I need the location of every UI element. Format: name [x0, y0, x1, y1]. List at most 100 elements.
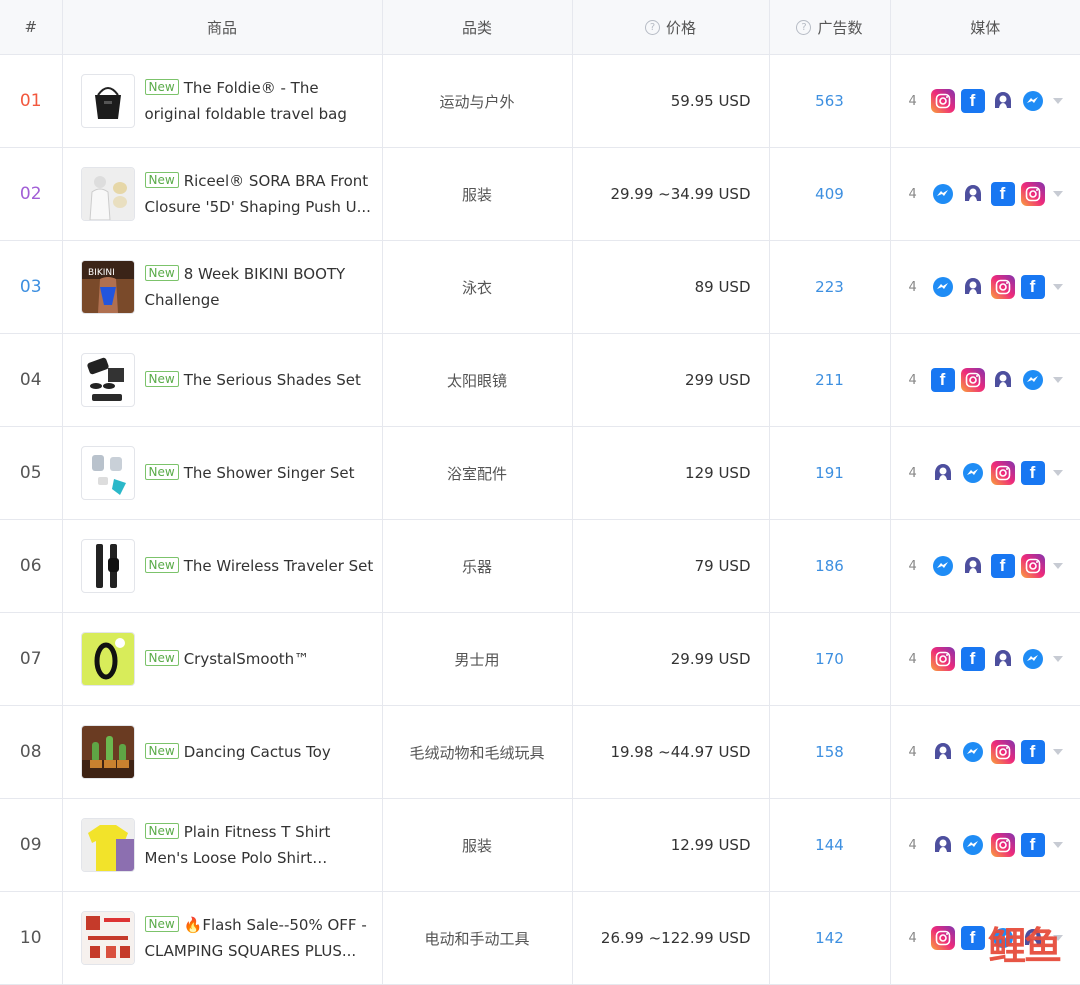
chevron-down-icon[interactable] [1052, 377, 1063, 383]
messenger-icon[interactable] [931, 275, 955, 299]
product-thumbnail[interactable] [80, 74, 135, 128]
facebook-icon[interactable]: f [960, 647, 985, 671]
chevron-down-icon[interactable] [1052, 656, 1063, 662]
product-cell[interactable]: New 🔥Flash Sale--50% OFF - CLAMPING SQUAR… [62, 891, 383, 985]
messenger-icon[interactable] [931, 182, 955, 206]
header-ads[interactable]: ? 广告数 [769, 0, 891, 55]
audience-network-icon[interactable] [931, 833, 955, 857]
facebook-icon[interactable]: f [990, 182, 1015, 206]
product-thumbnail[interactable] [80, 632, 135, 686]
messenger-icon[interactable] [961, 740, 985, 764]
ads-cell[interactable]: 223 [769, 240, 891, 334]
messenger-icon[interactable] [1021, 647, 1045, 671]
header-price[interactable]: ? 价格 [572, 0, 770, 55]
facebook-icon[interactable]: f [930, 368, 955, 392]
chevron-down-icon[interactable] [1052, 98, 1063, 104]
product-cell[interactable]: New The Serious Shades Set [62, 333, 383, 427]
instagram-icon[interactable] [930, 926, 955, 950]
product-title[interactable]: The Serious Shades Set [184, 371, 361, 389]
audience-network-icon[interactable] [961, 554, 985, 578]
product-cell[interactable]: New Dancing Cactus Toy [62, 705, 383, 799]
facebook-icon[interactable]: f [1020, 275, 1045, 299]
instagram-icon[interactable] [990, 833, 1015, 857]
facebook-icon[interactable]: f [1020, 833, 1045, 857]
facebook-icon[interactable]: f [990, 554, 1015, 578]
messenger-icon[interactable] [961, 461, 985, 485]
ads-count-link[interactable]: 223 [815, 278, 844, 296]
ads-cell[interactable]: 142 [769, 891, 891, 985]
ads-cell[interactable]: 144 [769, 798, 891, 892]
facebook-icon[interactable]: f [960, 926, 985, 950]
audience-network-icon[interactable] [931, 461, 955, 485]
ads-cell[interactable]: 158 [769, 705, 891, 799]
messenger-icon[interactable] [961, 833, 985, 857]
instagram-icon[interactable] [990, 275, 1015, 299]
facebook-icon[interactable]: f [960, 89, 985, 113]
audience-network-icon[interactable] [961, 275, 985, 299]
table-row[interactable]: 02 New Riceel® SORA BRA Front Closure '5D'… [0, 147, 1080, 241]
table-row[interactable]: 04 New The Serious Shades Set 太阳眼镜 299 USD 21… [0, 333, 1080, 427]
product-cell[interactable]: New Plain Fitness T Shirt Men's Loose Pol… [62, 798, 383, 892]
product-cell[interactable]: New The Wireless Traveler Set [62, 519, 383, 613]
product-title[interactable]: The Wireless Traveler Set [184, 557, 374, 575]
product-cell[interactable]: BIKINI New 8 Week BIKINI BOOTY Challenge [62, 240, 383, 334]
chevron-down-icon[interactable] [1052, 191, 1063, 197]
product-cell[interactable]: New CrystalSmooth™ [62, 612, 383, 706]
messenger-icon[interactable] [1021, 368, 1045, 392]
product-title[interactable]: The Shower Singer Set [184, 464, 355, 482]
audience-network-icon[interactable] [931, 740, 955, 764]
product-cell[interactable]: New The Foldie® - The original foldable t… [62, 54, 383, 148]
table-row[interactable]: 01 New The Foldie® - The original foldable… [0, 54, 1080, 148]
help-icon[interactable]: ? [644, 19, 660, 35]
ads-count-link[interactable]: 144 [815, 836, 844, 854]
product-thumbnail[interactable] [80, 539, 135, 593]
messenger-icon[interactable] [1021, 89, 1045, 113]
ads-count-link[interactable]: 142 [815, 929, 844, 947]
product-thumbnail[interactable] [80, 725, 135, 779]
chevron-down-icon[interactable] [1052, 749, 1063, 755]
table-row[interactable]: 03 BIKINI New 8 Week BIKINI BOOTY Challenge… [0, 240, 1080, 334]
product-title[interactable]: CrystalSmooth™ [184, 650, 309, 668]
ads-cell[interactable]: 186 [769, 519, 891, 613]
product-thumbnail[interactable]: BIKINI [80, 260, 135, 314]
ads-count-link[interactable]: 563 [815, 92, 844, 110]
product-thumbnail[interactable] [80, 911, 135, 965]
product-cell[interactable]: New Riceel® SORA BRA Front Closure '5D' S… [62, 147, 383, 241]
table-row[interactable]: 05 New The Shower Singer Set 浴室配件 129 USD 191… [0, 426, 1080, 520]
ads-count-link[interactable]: 191 [815, 464, 844, 482]
facebook-icon[interactable]: f [1020, 461, 1045, 485]
ads-cell[interactable]: 191 [769, 426, 891, 520]
messenger-icon[interactable] [931, 554, 955, 578]
ads-cell[interactable]: 211 [769, 333, 891, 427]
ads-cell[interactable]: 563 [769, 54, 891, 148]
product-thumbnail[interactable] [80, 167, 135, 221]
table-row[interactable]: 07 New CrystalSmooth™ 男士用 29.99 USD 170 4 f [0, 612, 1080, 706]
audience-network-icon[interactable] [991, 647, 1015, 671]
product-thumbnail[interactable] [80, 353, 135, 407]
instagram-icon[interactable] [960, 368, 985, 392]
instagram-icon[interactable] [1020, 182, 1045, 206]
audience-network-icon[interactable] [961, 182, 985, 206]
instagram-icon[interactable] [930, 89, 955, 113]
ads-cell[interactable]: 170 [769, 612, 891, 706]
table-row[interactable]: 09 New Plain Fitness T Shirt Men's Loose P… [0, 798, 1080, 892]
chevron-down-icon[interactable] [1052, 470, 1063, 476]
ads-count-link[interactable]: 211 [815, 371, 844, 389]
table-row[interactable]: 10 New 🔥Flash Sale--50% OFF - CLAMPING SQU… [0, 891, 1080, 985]
instagram-icon[interactable] [990, 461, 1015, 485]
product-title[interactable]: Dancing Cactus Toy [184, 743, 331, 761]
audience-network-icon[interactable] [991, 89, 1015, 113]
product-thumbnail[interactable] [80, 446, 135, 500]
chevron-down-icon[interactable] [1052, 284, 1063, 290]
help-icon[interactable]: ? [796, 19, 812, 35]
ads-count-link[interactable]: 186 [815, 557, 844, 575]
audience-network-icon[interactable] [991, 368, 1015, 392]
ads-count-link[interactable]: 409 [815, 185, 844, 203]
product-cell[interactable]: New The Shower Singer Set [62, 426, 383, 520]
facebook-icon[interactable]: f [1020, 740, 1045, 764]
chevron-down-icon[interactable] [1052, 842, 1063, 848]
chevron-down-icon[interactable] [1052, 563, 1063, 569]
ads-count-link[interactable]: 170 [815, 650, 844, 668]
ads-cell[interactable]: 409 [769, 147, 891, 241]
instagram-icon[interactable] [1020, 554, 1045, 578]
